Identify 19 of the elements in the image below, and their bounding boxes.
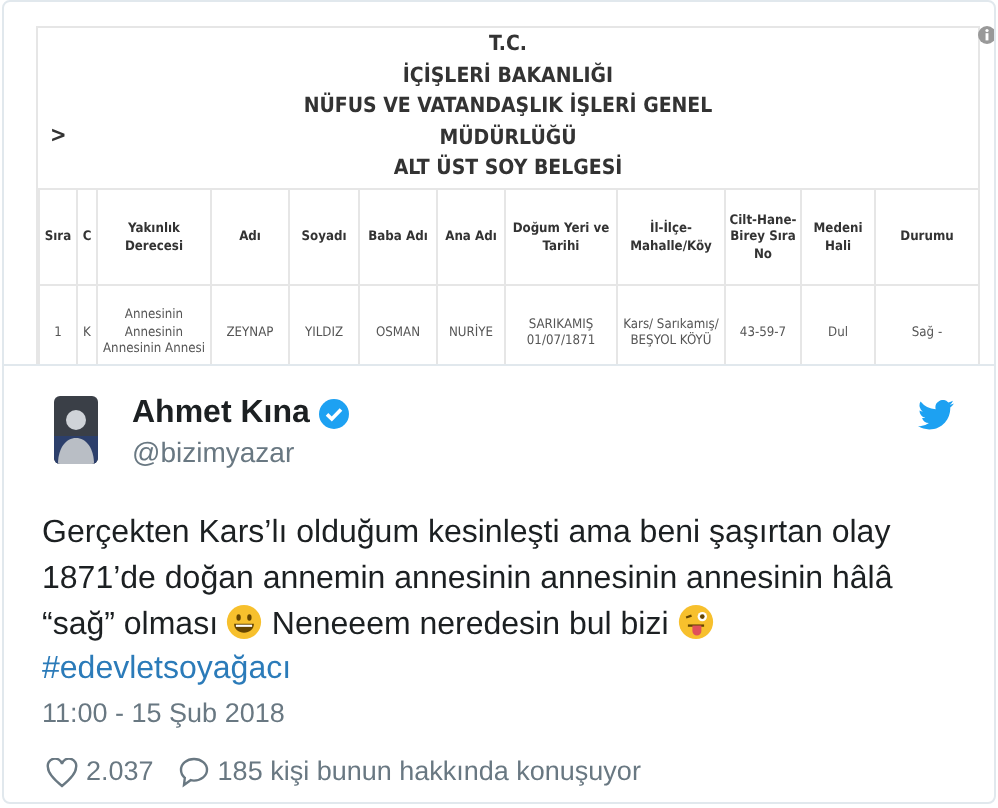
tweet-time[interactable]: 11:00 - 15 Şub 2018 [42,696,285,732]
hashtag-link[interactable]: #edevletsoyağacı [42,648,292,692]
info-icon[interactable] [978,26,994,44]
document-title: İÇİŞLERİ BAKANLIĞI [402,61,614,92]
heart-icon[interactable] [46,757,78,787]
author-name[interactable]: Ahmet Kına [132,394,310,434]
document-title: NÜFUS VE VATANDAŞLIK İŞLERİ GENEL [303,92,713,123]
speech-bubble-icon[interactable] [177,756,210,788]
bird-icon[interactable] [918,400,954,430]
grinning-face-icon [226,604,263,640]
document-title: MÜDÜRLÜĞÜ [439,123,577,154]
document-title: ALT ÜST SOY BELGESİ [393,154,623,185]
reply-count[interactable]: 185 kişi bunun hakkında konuşuyor [217,756,641,788]
document-title: T.C. [489,30,527,61]
like-count[interactable]: 2.037 [86,756,154,788]
tweet-text: Gerçekten Kars’lı olduğum kesinleşti ama beni şaşırtan olay 1871’de doğan annemin annesinin annesinin annesinin hâlâ “sağ” olması Neneeem neredesin bul bizi [42,514,895,646]
author-handle[interactable]: @bizimyazar [132,434,295,470]
tongue-face-icon [677,604,714,640]
next-arrow[interactable]: > [50,122,67,148]
